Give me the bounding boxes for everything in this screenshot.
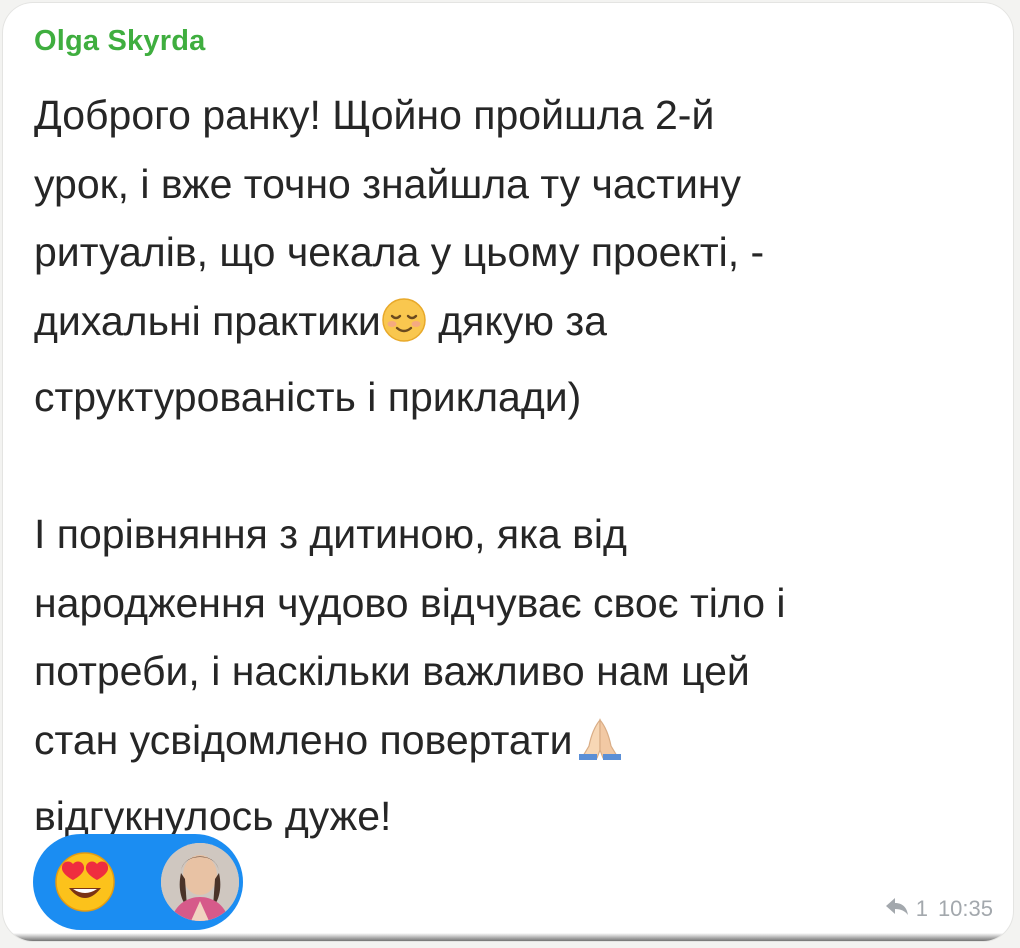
message-line: структурованість і приклади): [34, 374, 582, 420]
message-line-part: дякую за: [426, 297, 607, 344]
message-line: дихальні практики дякую за: [34, 287, 994, 364]
message-time: 10:35: [937, 896, 993, 921]
message-line-part: дихальні практики: [34, 297, 381, 344]
heart-eyes-emoji-icon: [53, 850, 117, 914]
message-line: ритуалів, що чекала у цьому проекті, -: [34, 229, 765, 275]
reply-arrow-icon[interactable]: [884, 896, 910, 922]
message-line: стан усвідомлено повертати: [34, 706, 994, 783]
message-line-part: стан усвідомлено повертати: [34, 716, 573, 763]
message-bubble[interactable]: Olga Skyrda Доброго ранку! Щойно пройшла…: [3, 3, 1013, 941]
message-line: Доброго ранку! Щойно пройшла 2-й: [34, 92, 715, 138]
reply-count[interactable]: 1: [916, 896, 928, 922]
folded-hands-icon: [573, 714, 627, 783]
message-line: народження чудово відчуває своє тіло і: [34, 579, 786, 626]
message-line: потреби, і наскільки важливо нам цей: [34, 648, 750, 694]
smiling-face-icon: [381, 295, 427, 364]
message-line: урок, і вже точно знайшла ту частину: [34, 160, 741, 207]
sender-name[interactable]: Olga Skyrda: [34, 25, 205, 58]
message-text: Доброго ранку! Щойно пройшла 2-й урок, і…: [34, 81, 994, 851]
message-meta: 1 10:35: [884, 896, 993, 922]
bubble-bottom-shadow: [3, 933, 1013, 941]
message-line: І порівняння з дитиною, яка від: [34, 511, 627, 557]
avatar[interactable]: [161, 843, 239, 921]
reaction-pill[interactable]: [33, 834, 243, 930]
